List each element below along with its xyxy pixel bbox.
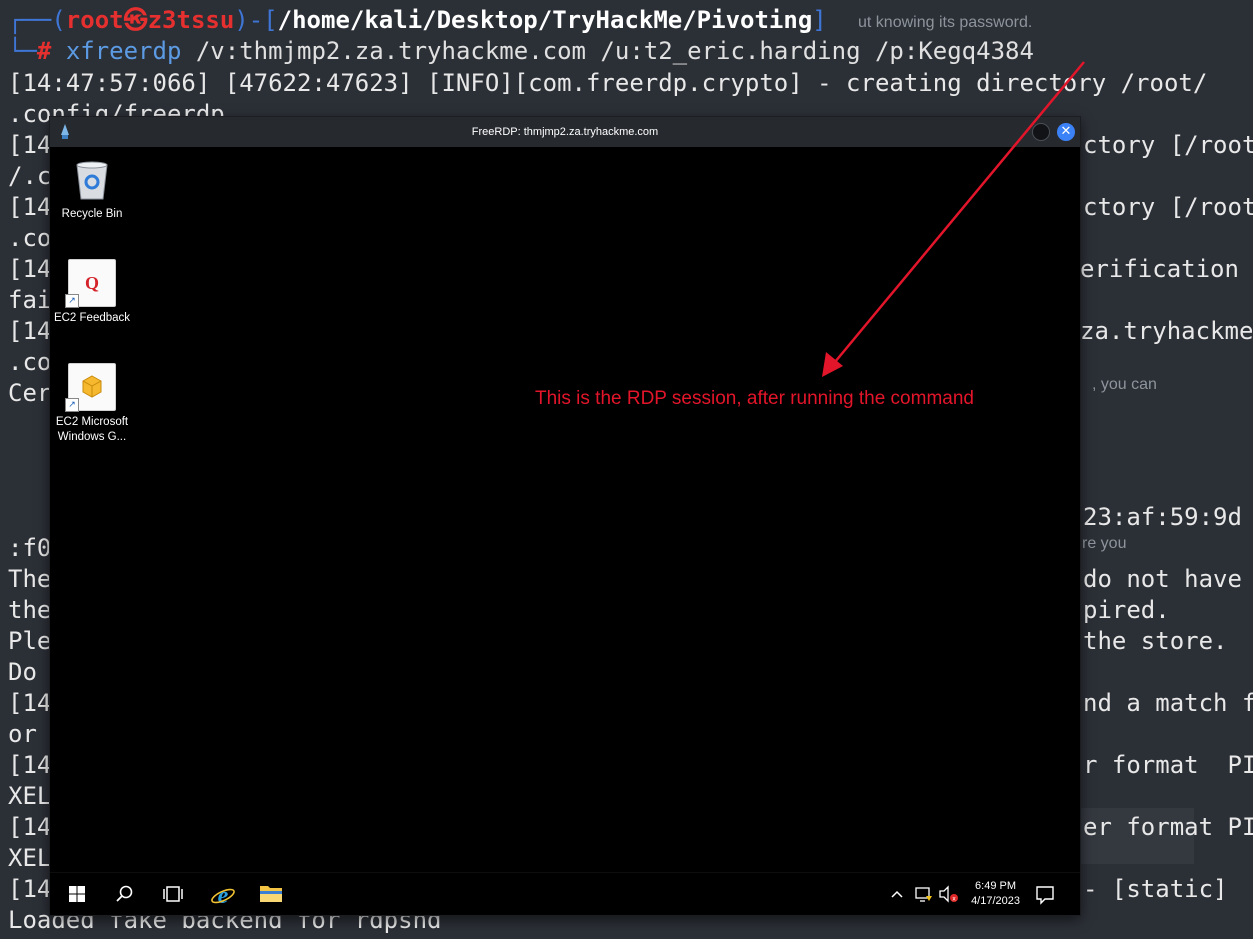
terminal-line: The [8, 565, 52, 593]
windows-logo-icon [69, 886, 85, 902]
file-explorer-button[interactable] [258, 882, 284, 906]
task-view-icon [163, 886, 183, 902]
tray-overflow-chevron-icon[interactable] [890, 873, 904, 915]
desktop-icon-ec2-windows-guide[interactable]: ↗ EC2 Microsoft Windows G... [52, 363, 132, 445]
terminal-line: ctory [/root [1083, 131, 1253, 159]
terminal-line: .co [8, 224, 52, 252]
clock-time: 6:49 PM [975, 880, 1017, 892]
terminal-line: /.c [8, 162, 52, 190]
command-args: /v:thmjmp2.za.tryhackme.com /u:t2_eric.h… [181, 37, 1034, 65]
terminal-line: .co [8, 348, 52, 376]
internet-explorer-icon: e [211, 883, 235, 909]
terminal-line: [14 [8, 813, 52, 841]
svg-text:e: e [218, 883, 229, 908]
terminal-line: [14 [8, 689, 52, 717]
terminal-line: [14 [8, 255, 52, 283]
terminal-line: ctory [/root/ [1083, 193, 1253, 221]
terminal-line: Cer [8, 379, 52, 407]
terminal-line: [14 [8, 751, 52, 779]
internet-explorer-button[interactable]: e [210, 882, 236, 909]
svg-text:Q: Q [85, 273, 99, 293]
volume-muted-icon[interactable]: x [938, 873, 960, 915]
rdp-window-title: FreeRDP: thmjmp2.za.tryhackme.com [471, 126, 659, 138]
freerdp-app-icon [61, 124, 69, 139]
prompt-cwd: /home/kali/Desktop/TryHackMe/Pivoting [277, 6, 813, 34]
task-view-button[interactable] [160, 882, 186, 906]
prompt-corner-bottom: └─ [8, 37, 37, 65]
terminal-line: fai [8, 286, 52, 314]
ec2-feedback-icon: Q ↗ [65, 259, 116, 308]
prompt-line-1: ┌──(root㉿z3tssu)-[/home/kali/Desktop/Try… [8, 5, 827, 36]
rdp-window[interactable]: FreeRDP: thmjmp2.za.tryhackme.com ✕ Recy… [50, 117, 1080, 915]
prompt-hash: # [36, 37, 52, 65]
folder-icon [260, 886, 282, 902]
network-warning-icon[interactable] [914, 873, 934, 915]
terminal-line: [14 [8, 193, 52, 221]
terminal-line: XEL [8, 782, 52, 810]
taskbar-clock[interactable]: 6:49 PM 4/17/2023 [971, 879, 1020, 909]
terminal-line: 23:af:59:9d [1083, 503, 1242, 531]
terminal-line: or [8, 720, 37, 748]
remote-desktop[interactable]: Recycle Bin Q ↗ EC2 Feedback ↗ EC2 Micro… [50, 147, 1080, 883]
recycle-bin-icon [69, 157, 115, 203]
prompt-separator: )-[ [234, 6, 278, 34]
terminal-line: [14 [8, 875, 52, 903]
terminal-line: pired. [1083, 596, 1170, 624]
shortcut-arrow-icon: ↗ [65, 398, 79, 412]
terminal-line: do not have [1083, 565, 1242, 593]
prompt-close: ] [812, 6, 827, 34]
terminal-line: za.tryhackme [1080, 317, 1253, 345]
search-button[interactable] [112, 882, 138, 906]
desktop-icon-label: Recycle Bin [61, 208, 123, 220]
start-button[interactable] [64, 882, 90, 906]
terminal-line: Ple [8, 627, 52, 655]
terminal-line: r format PI [1083, 751, 1253, 779]
shortcut-arrow-icon: ↗ [65, 294, 79, 308]
terminal-line: :f0 [8, 534, 52, 562]
terminal-line: [14 [8, 317, 52, 345]
svg-text:x: x [952, 896, 956, 903]
rdp-titlebar[interactable]: FreeRDP: thmjmp2.za.tryhackme.com ✕ [50, 117, 1080, 147]
prompt-user: root㉿z3tssu [65, 6, 235, 34]
terminal-line: Do [8, 658, 37, 686]
desktop-icon-label: EC2 Microsoft Windows G... [55, 416, 129, 443]
desktop-icon-label: EC2 Feedback [53, 312, 131, 324]
annotation-caption: This is the RDP session, after running t… [535, 388, 974, 409]
windows-taskbar[interactable]: e x 6:49 PM 4/17/2023 [50, 872, 1080, 915]
clock-date: 4/17/2023 [971, 895, 1020, 907]
terminal-line: er format PI [1083, 813, 1253, 841]
terminal-line: nd a match f [1083, 689, 1253, 717]
terminal-line: [14:47:57:066] [47622:47623] [INFO][com.… [8, 69, 1208, 97]
desktop-icon-ec2-feedback[interactable]: Q ↗ EC2 Feedback [52, 259, 132, 326]
ec2-cube-icon: ↗ [65, 363, 116, 412]
prompt-corner-top: ┌──( [8, 6, 66, 34]
terminal-line: the store. [1083, 627, 1228, 655]
prompt-line-2: └─# xfreerdp /v:thmjmp2.za.tryhackme.com… [8, 36, 1034, 67]
action-center-button[interactable] [1034, 873, 1056, 915]
search-icon [116, 885, 133, 902]
minimize-button[interactable] [1032, 123, 1050, 141]
terminal-line: the [8, 596, 52, 624]
close-button[interactable]: ✕ [1057, 123, 1075, 141]
terminal-line: erification [1080, 255, 1239, 283]
terminal-line: XEL [8, 844, 52, 872]
terminal-line: [14 [8, 131, 52, 159]
desktop-icon-recycle-bin[interactable]: Recycle Bin [52, 157, 132, 222]
terminal-line: - [static] [1083, 875, 1228, 903]
notification-icon [1036, 886, 1054, 905]
command-name: xfreerdp [65, 37, 182, 65]
